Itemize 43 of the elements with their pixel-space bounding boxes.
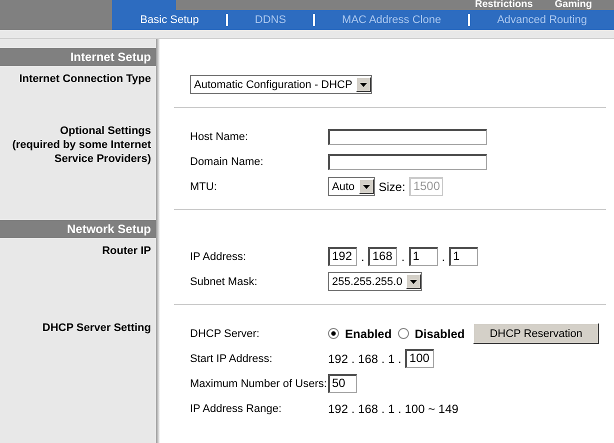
field-label: Start IP Address: [190, 352, 274, 364]
value-text: . [401, 250, 405, 264]
input-field[interactable]: 100 [405, 349, 434, 368]
group-label: Internet Connection Type [19, 72, 151, 86]
input-field[interactable] [328, 154, 487, 170]
radio-label: Disabled [414, 326, 465, 340]
reservation-button[interactable]: DHCP Reservation [472, 323, 600, 344]
field-label: Maximum Number of Users: [190, 378, 328, 390]
group-label: Optional Settings (required by some Internet Service Providers) [12, 124, 151, 166]
field-label: MTU: [190, 180, 218, 192]
dropdown[interactable]: Automatic Configuration - DHCP [190, 75, 372, 94]
dropdown[interactable]: 255.255.255.0 [328, 272, 422, 291]
field-label: Host Name: [190, 130, 250, 142]
caret-icon[interactable] [356, 77, 372, 92]
input-field[interactable]: 168 [368, 247, 398, 266]
field-label: Subnet Mask: [190, 276, 258, 288]
menu-tab[interactable]: Restrictions [474, 0, 533, 10]
caret-icon[interactable] [358, 179, 374, 194]
menu-tab[interactable]: Gaming [554, 0, 592, 10]
input-field[interactable]: 50 [328, 374, 357, 393]
dropdown[interactable]: Auto [328, 177, 375, 196]
field-label: DHCP Server: [190, 328, 260, 340]
section-title: Internet Setup [70, 50, 151, 64]
field-label: IP Address: [190, 250, 248, 262]
field-label: IP Address Range: [190, 402, 283, 414]
radio-button[interactable] [328, 328, 339, 339]
section-title: Network Setup [66, 222, 151, 236]
submenu-tab[interactable]: Basic Setup [140, 14, 226, 26]
value-text: 192 . 168 . 1 . [328, 352, 402, 366]
caret-icon[interactable] [406, 274, 422, 289]
field-label: Domain Name: [190, 156, 264, 168]
value-text: . [361, 250, 364, 264]
group-label: DHCP Server Setting [42, 321, 151, 335]
radio-button[interactable] [398, 328, 409, 339]
group-label: Router IP [102, 244, 151, 258]
input-field[interactable]: 192 [328, 247, 357, 266]
input-field[interactable] [328, 128, 487, 144]
value-text: . [442, 250, 446, 264]
input-field[interactable]: 1 [449, 247, 478, 266]
value-text: Size: [378, 180, 406, 194]
value-text: 192 . 168 . 1 . 100 ~ 149 [328, 402, 458, 416]
input-field[interactable]: 1 [408, 247, 438, 266]
radio-label: Enabled [345, 326, 392, 340]
